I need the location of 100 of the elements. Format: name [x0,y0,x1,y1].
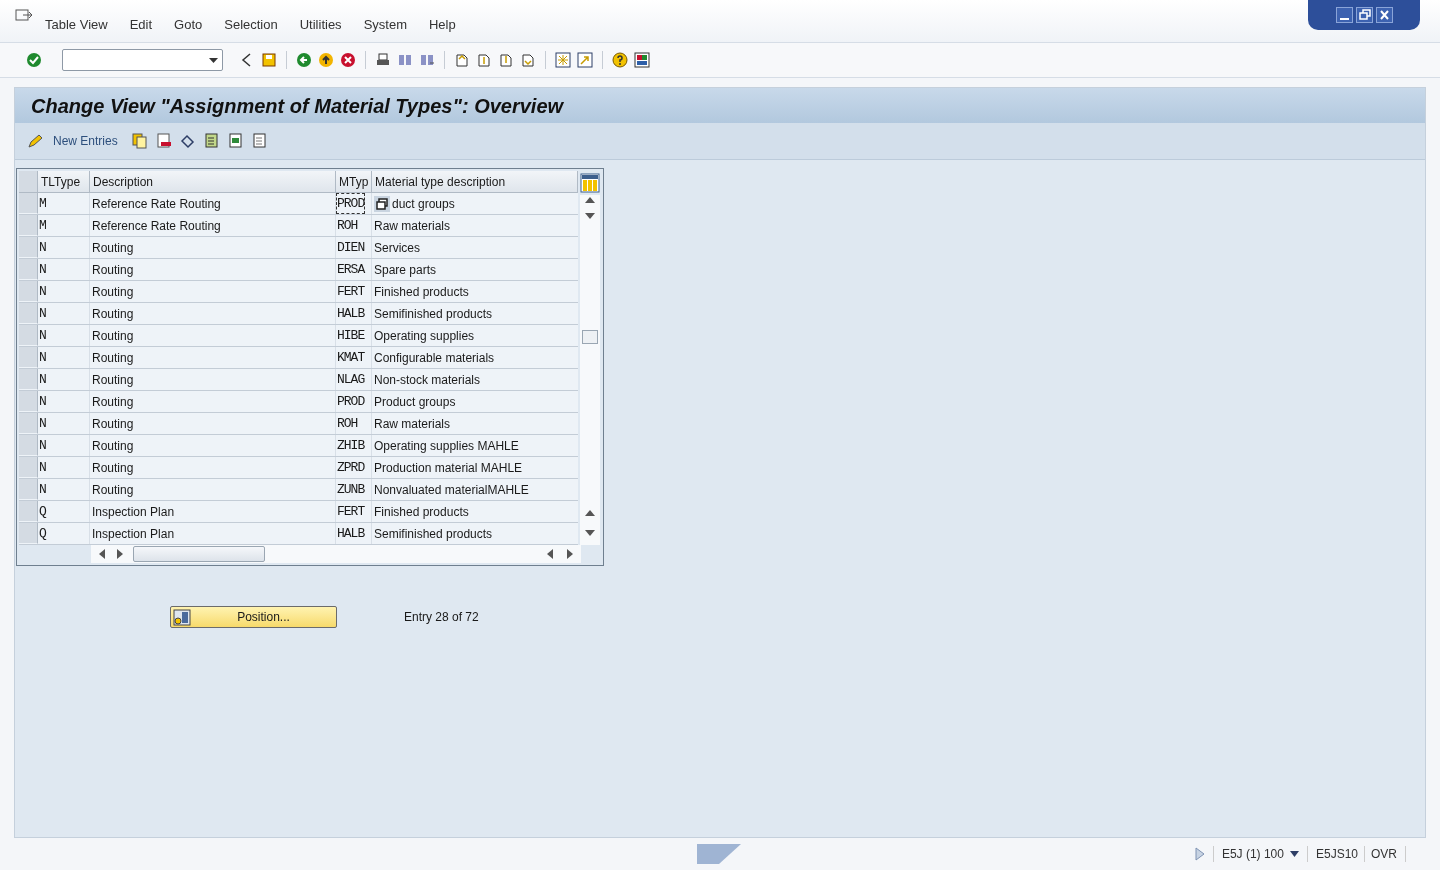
table-cell-text: Services [374,239,420,257]
first-page-icon[interactable] [454,52,470,68]
sap-logo [697,843,741,865]
table-cell-text: Raw materials [374,217,451,235]
table-cell-text: ZPRD [337,458,365,477]
table-cell-text: ZUNB [337,480,365,499]
position-button[interactable]: Position... [170,606,337,628]
table-cell-text: Routing [92,305,134,323]
position-icon [173,608,191,626]
table-cell-text: Routing [92,393,134,411]
table-cell: PROD [337,193,365,214]
menu-item[interactable]: Help [428,15,456,35]
menu-item[interactable]: Utilities [299,15,342,35]
table-cell-text: Routing [92,327,134,345]
restore-icon[interactable] [1355,7,1373,23]
next-page-icon[interactable] [498,52,514,68]
table-cell-text: Semifinished products [374,525,493,543]
menu-item[interactable]: Selection [224,15,278,35]
table-cell-text: Semifinished products [374,305,493,323]
table-cell-text: FERT [337,502,365,521]
table-cell-text: Routing [92,371,134,389]
help-icon[interactable] [612,52,628,68]
table-cell-text: FERT [337,282,365,301]
column-settings-icon[interactable] [580,173,600,193]
table-cell-text: Non-stock materials [374,371,481,389]
save-icon[interactable] [261,52,277,68]
table-cell-text: Operating supplies [374,327,475,345]
find-icon[interactable] [397,52,413,68]
shortcut-icon[interactable] [577,52,593,68]
menu-item[interactable]: Edit [129,15,153,35]
table-cell-text: Configurable materials [374,349,495,367]
close-icon[interactable] [1375,7,1393,23]
scroll-left-icon[interactable] [99,549,105,559]
enter-icon[interactable] [26,52,42,68]
table-cell-text: KMAT [337,348,365,367]
entry-counter: Entry 28 of 72 [404,609,479,626]
input-mode: OVR [1371,846,1397,863]
copy-icon[interactable] [131,133,148,149]
table-cell-text: ERSA [337,260,365,279]
menu-item[interactable]: Table View [45,15,108,35]
scroll-down-icon[interactable] [585,213,595,219]
minimize-icon[interactable] [1335,7,1353,23]
table-cell-text: Nonvaluated materialMAHLE [374,481,529,499]
new-session-icon[interactable] [555,52,571,68]
scroll-right-icon[interactable] [117,549,123,559]
scroll-thumb[interactable] [133,546,265,562]
dropdown-icon[interactable] [209,57,218,63]
last-page-icon[interactable] [520,52,536,68]
table-cell-text: N [39,480,46,499]
layout-icon[interactable] [634,52,650,68]
table-cell-text: N [39,436,46,455]
table-cell-text: N [39,304,46,323]
value-help-icon[interactable] [374,195,390,212]
page-down-icon[interactable] [585,530,595,536]
print-icon[interactable] [375,52,391,68]
table-cell-text: N [39,414,46,433]
table-cell-text: N [39,326,46,345]
horizontal-scrollbar[interactable] [91,545,581,563]
table-cell-text: Routing [92,437,134,455]
table-cell-text: duct groups [392,195,455,213]
table-cell-text: Routing [92,283,134,301]
column-header[interactable]: MTyp [336,171,372,192]
command-field[interactable] [62,49,223,71]
page-up-icon[interactable] [585,510,595,516]
pencil-icon [27,133,45,149]
select-all-cell[interactable] [19,171,38,192]
table-cell-text: Routing [92,481,134,499]
delete-icon[interactable] [155,133,172,149]
server-name: E5JS10 [1315,846,1358,863]
menu-icon[interactable] [15,9,33,23]
scroll-up-icon[interactable] [585,197,595,203]
table-cell-text: HALB [337,304,365,323]
column-header[interactable]: TLType [38,171,90,192]
table-cell-text: HALB [337,524,365,543]
scroll-left-icon[interactable] [547,549,553,559]
previous-page-icon[interactable] [476,52,492,68]
scroll-thumb[interactable] [582,330,598,344]
table-cell-text: N [39,392,46,411]
new-entries-button[interactable]: New Entries [53,132,118,150]
table-cell-text: Operating supplies MAHLE [374,437,519,455]
table-cell-text: NLAG [337,370,365,389]
expand-status-icon[interactable] [1194,847,1205,861]
table-cell-text: N [39,238,46,257]
table-cell-text: Routing [92,459,134,477]
table-cell-text: Routing [92,261,134,279]
table-cell-text: Reference Rate Routing [92,195,221,213]
table-cell-text: Finished products [374,503,469,521]
menu-item[interactable]: Goto [174,15,203,35]
cancel-icon[interactable] [340,52,356,68]
table-cell-text: N [39,348,46,367]
column-header[interactable]: Material type description [372,171,578,192]
scroll-right-icon[interactable] [567,549,573,559]
find-next-icon[interactable] [419,52,435,68]
table-cell-text: Routing [92,239,134,257]
menu-item[interactable]: System [363,15,407,35]
table-cell-text: Production material MAHLE [374,459,523,477]
column-header[interactable]: Description [90,171,336,192]
vertical-scrollbar[interactable] [580,195,600,545]
dropdown-icon[interactable] [1289,851,1299,857]
table-cell-text: ZHIB [337,436,365,455]
